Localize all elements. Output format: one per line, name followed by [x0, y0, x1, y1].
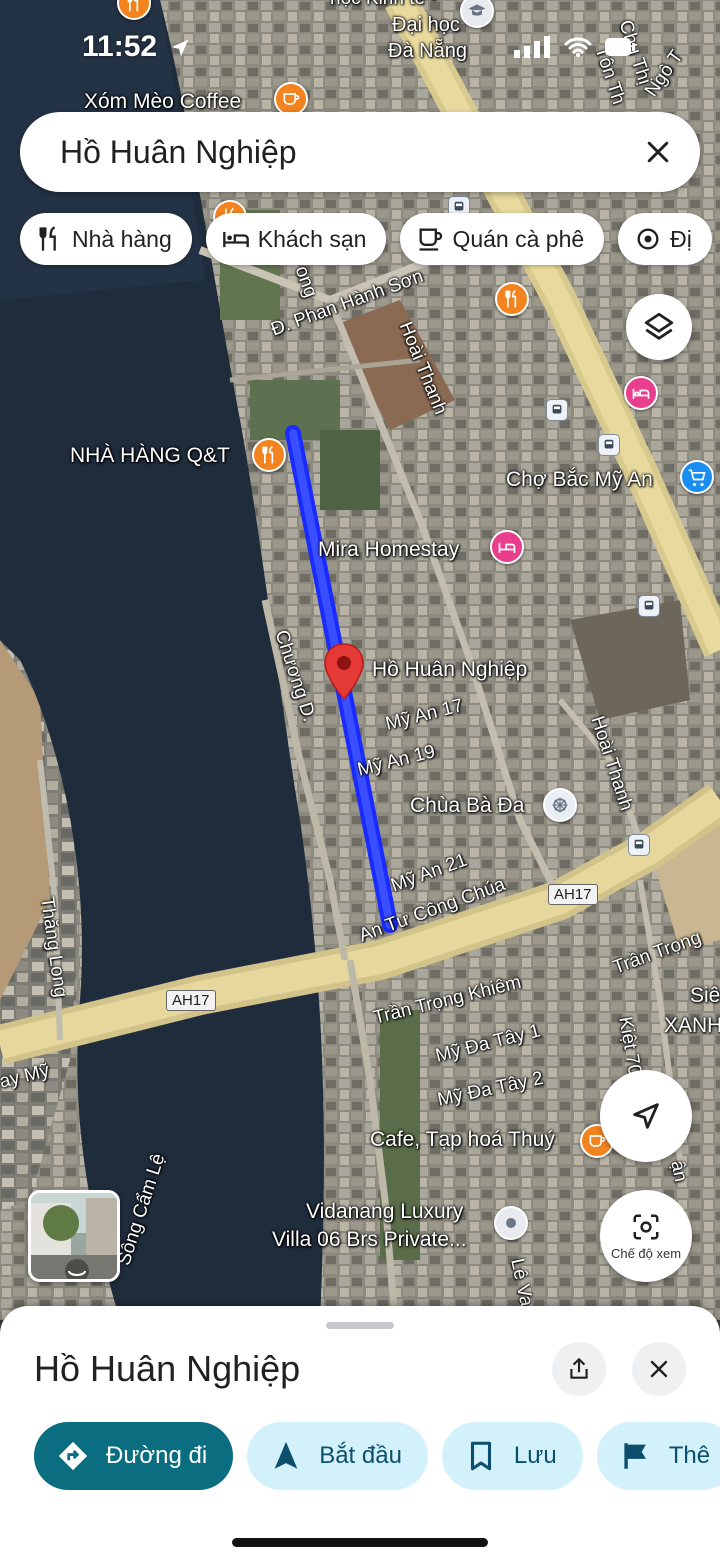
target-place-label: Hồ Huân Nghiệp [372, 658, 528, 681]
poi-label: NHÀ HÀNG Q&T [70, 444, 230, 467]
street-view-mode-button[interactable]: Chế độ xem [600, 1190, 692, 1282]
camera-scan-icon [633, 1214, 659, 1239]
street-view-photo [31, 1193, 117, 1279]
clear-search-button[interactable] [628, 122, 688, 182]
navigation-arrow-icon [274, 1441, 298, 1469]
place-pin-icon[interactable] [494, 1206, 528, 1240]
action-label: Bắt đầu [319, 1442, 402, 1469]
poi-label: Chùa Bà Đa [410, 794, 525, 817]
flag-icon [624, 1443, 646, 1469]
save-button[interactable]: Lưu [441, 1422, 583, 1490]
add-label-button[interactable]: Thê [596, 1422, 720, 1490]
action-label: Lưu [513, 1442, 557, 1469]
chip-label: Đị [670, 225, 692, 252]
battery-icon [605, 38, 635, 56]
hotel-pin-icon[interactable] [624, 376, 658, 410]
bookmark-icon [470, 1441, 491, 1471]
wifi-icon [564, 37, 592, 57]
poi-label: Mira Homestay [318, 538, 460, 561]
bus-stop-icon[interactable] [546, 399, 568, 421]
location-arrow-icon [172, 39, 189, 57]
start-button[interactable]: Bắt đầu [247, 1422, 428, 1490]
bus-stop-icon[interactable] [628, 834, 650, 856]
coffee-pin-icon[interactable] [274, 82, 308, 116]
category-chips: Nhà hàng Khách sạn Quán cà phê Đị [20, 213, 712, 265]
poi-label: Vidanang Luxury [306, 1200, 464, 1223]
restaurant-pin-icon[interactable] [495, 282, 529, 316]
restaurant-pin-icon[interactable] [252, 438, 286, 472]
attraction-icon [637, 228, 659, 250]
share-button[interactable] [552, 1342, 606, 1396]
poi-label: XANH [664, 1014, 720, 1037]
street-label: ận [666, 1158, 692, 1184]
status-icons [514, 36, 636, 58]
place-title: Hồ Huân Nghiệp [34, 1348, 301, 1389]
poi-label: Siê [690, 984, 720, 1007]
poi-label: Xóm Mèo Coffee [84, 90, 242, 113]
close-icon [647, 141, 669, 163]
drag-handle[interactable] [326, 1322, 394, 1329]
chip-hotels[interactable]: Khách sạn [205, 213, 387, 265]
close-sheet-button[interactable] [632, 1342, 686, 1396]
place-actions: Đường đi Bắt đầu Lưu Thê [34, 1422, 720, 1490]
hotel-icon [222, 232, 249, 248]
chip-cafes[interactable]: Quán cà phê [400, 213, 605, 265]
status-time: 11:52 [82, 30, 191, 64]
poi-label: Cafe, Tạp hoá Thuý [370, 1128, 555, 1151]
directions-button[interactable]: Đường đi [34, 1422, 234, 1490]
chip-label: Khách sạn [257, 225, 367, 252]
shopping-cart-pin-icon[interactable] [680, 460, 714, 494]
search-bar[interactable]: Hồ Huân Nghiệp [20, 112, 700, 192]
bus-stop-icon[interactable] [638, 595, 660, 617]
temple-pin-icon[interactable] [543, 788, 577, 822]
layers-icon [644, 312, 674, 340]
chip-restaurants[interactable]: Nhà hàng [20, 213, 192, 265]
poi-label: Chợ Bắc Mỹ An [506, 468, 653, 491]
cellular-signal-icon [514, 36, 550, 58]
navigation-arrow-icon [633, 1103, 659, 1129]
directions-icon [58, 1441, 88, 1471]
home-indicator[interactable] [232, 1538, 488, 1547]
bus-stop-icon[interactable] [598, 434, 620, 456]
chip-label: Quán cà phê [452, 225, 585, 252]
restaurant-icon [39, 226, 56, 251]
coffee-icon [419, 228, 443, 251]
place-bottom-sheet[interactable]: Hồ Huân Nghiệp Đường đi Bắt đầu Lưu Thê [0, 1306, 720, 1560]
share-icon [570, 1358, 588, 1379]
action-label: Đường đi [106, 1442, 208, 1469]
poi-label: học Kinh tế - [330, 0, 437, 10]
street-view-thumbnail[interactable] [28, 1190, 120, 1282]
highway-shield: AH17 [166, 990, 216, 1011]
chip-attractions[interactable]: Đị [618, 213, 712, 265]
poi-label: Đà Nẵng [388, 40, 467, 62]
close-icon [650, 1360, 668, 1378]
highway-shield: AH17 [548, 884, 598, 905]
search-input[interactable]: Hồ Huân Nghiệp [60, 134, 628, 171]
hotel-pin-icon[interactable] [490, 530, 524, 564]
street-view-mode-label: Chế độ xem [610, 1245, 682, 1261]
my-location-button[interactable] [600, 1070, 692, 1162]
layers-button[interactable] [626, 294, 692, 360]
chip-label: Nhà hàng [72, 225, 172, 252]
poi-label: Villa 06 Brs Private... [272, 1228, 467, 1251]
location-pin-icon[interactable] [322, 642, 366, 702]
poi-label: Đại học [392, 14, 460, 36]
action-label: Thê [668, 1442, 711, 1469]
